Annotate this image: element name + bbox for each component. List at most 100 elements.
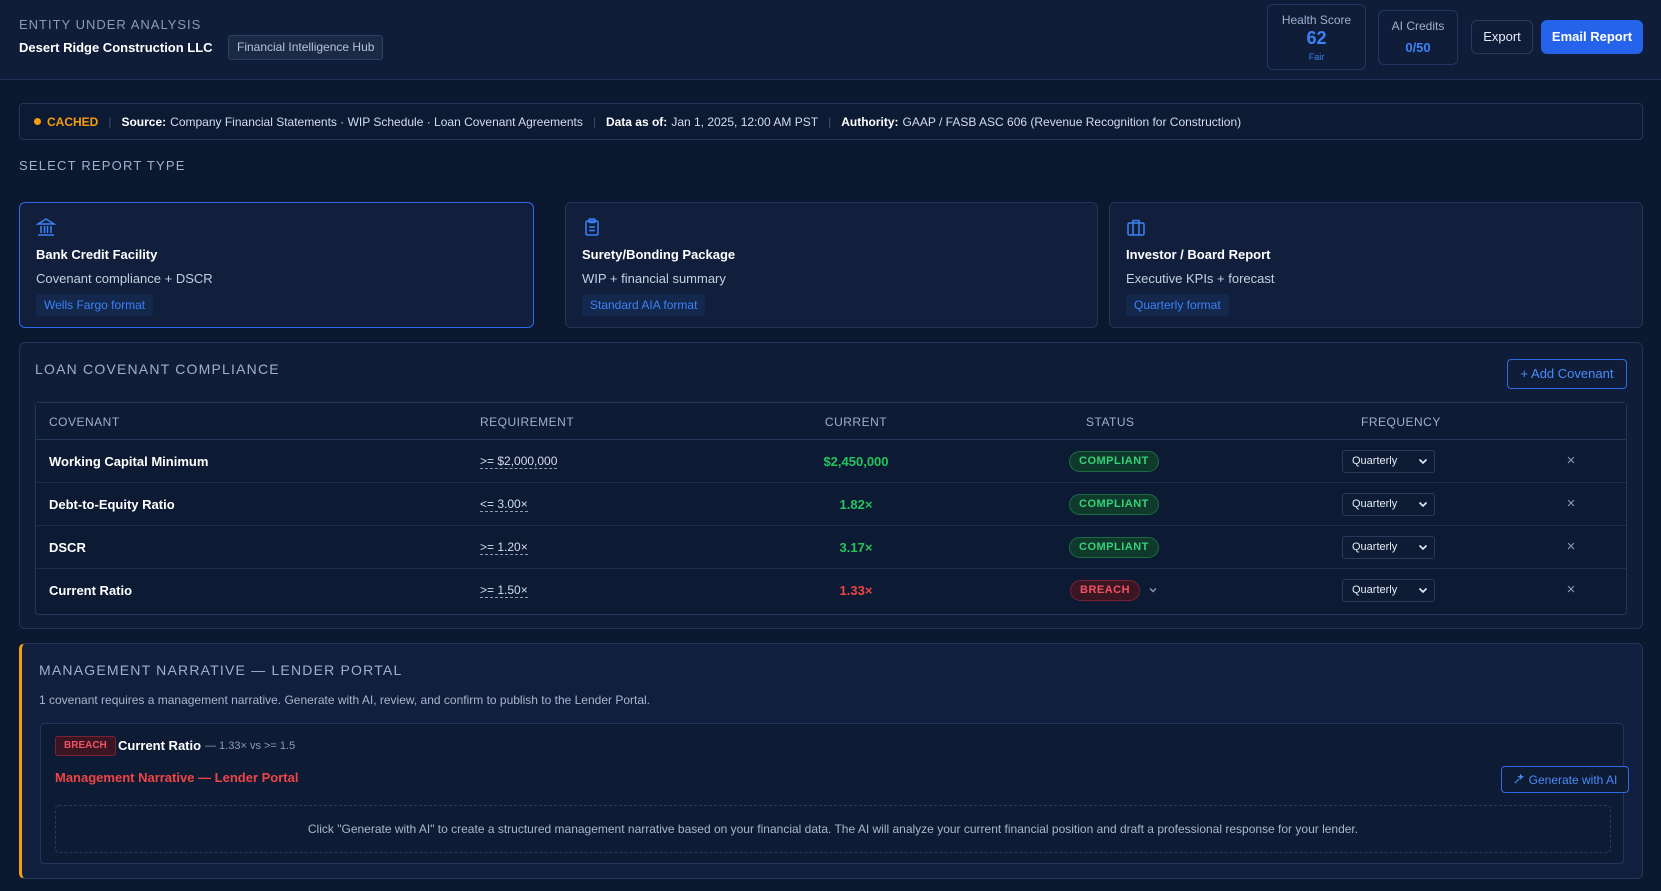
covenant-requirement[interactable]: <= 3.00× (480, 497, 528, 512)
ai-credits-card: AI Credits 0/50 (1378, 10, 1458, 65)
entity-caption: ENTITY UNDER ANALYSIS (19, 17, 202, 32)
separator: | (592, 114, 596, 129)
covenant-current-value: 3.17× (839, 540, 873, 555)
covenant-panel-title: LOAN COVENANT COMPLIANCE (35, 361, 280, 377)
remove-covenant-button[interactable]: × (1564, 538, 1578, 556)
remove-covenant-button[interactable]: × (1564, 495, 1578, 513)
remove-covenant-button[interactable]: × (1564, 452, 1578, 470)
export-button[interactable]: Export (1471, 20, 1533, 54)
report-card-format-badge: Standard AIA format (582, 294, 706, 316)
covenant-name: Current Ratio (49, 583, 133, 598)
ai-credits-value: 0/50 (1405, 40, 1431, 55)
management-narrative-panel: MANAGEMENT NARRATIVE — LENDER PORTAL 1 c… (19, 643, 1643, 879)
email-report-button[interactable]: Email Report (1541, 20, 1643, 54)
frequency-select[interactable]: Quarterly (1342, 536, 1435, 559)
bank-icon (36, 218, 56, 236)
frequency-select-value: Quarterly (1352, 455, 1398, 467)
cached-status-dot (34, 118, 41, 125)
narrative-metric-name: Current Ratio (118, 738, 202, 753)
health-score-value: 62 (1306, 28, 1327, 48)
report-card-description: Covenant compliance + DSCR (36, 271, 213, 286)
report-card-description: WIP + financial summary (582, 271, 726, 286)
table-row: Working Capital Minimum >= $2,000,000 $2… (36, 440, 1626, 483)
briefcase-icon (1127, 219, 1145, 236)
covenant-name: DSCR (49, 540, 86, 555)
top-header: ENTITY UNDER ANALYSIS Desert Ridge Const… (0, 0, 1661, 80)
data-as-of-key: Data as of: (605, 114, 668, 129)
report-card-bank-credit[interactable]: Bank Credit Facility Covenant compliance… (19, 202, 534, 328)
separator: | (108, 114, 112, 129)
source-key: Source: (121, 114, 167, 129)
entity-name: Desert Ridge Construction LLC (19, 40, 213, 55)
table-row: Debt-to-Equity Ratio <= 3.00× 1.82× COMP… (36, 483, 1626, 526)
data-as-of-value: Jan 1, 2025, 12:00 AM PST (671, 114, 819, 129)
covenant-current-value: 1.33× (839, 583, 873, 598)
breach-badge: BREACH (55, 736, 116, 756)
covenant-requirement[interactable]: >= $2,000,000 (480, 454, 558, 469)
covenant-requirement[interactable]: >= 1.20× (480, 540, 528, 555)
report-card-format-badge: Quarterly format (1126, 294, 1229, 316)
report-card-surety-bonding[interactable]: Surety/Bonding Package WIP + financial s… (565, 202, 1098, 328)
chevron-down-icon (1418, 544, 1428, 551)
status-badge: COMPLIANT (1069, 451, 1159, 472)
remove-covenant-button[interactable]: × (1564, 581, 1578, 599)
status-badge: COMPLIANT (1069, 494, 1159, 515)
separator: | (828, 114, 832, 129)
frequency-select[interactable]: Quarterly (1342, 493, 1435, 516)
column-header-covenant: COVENANT (49, 415, 120, 429)
covenant-current-value: $2,450,000 (823, 454, 889, 469)
status-badge[interactable]: BREACH (1070, 580, 1141, 601)
hub-badge: Financial Intelligence Hub (228, 35, 384, 60)
chevron-down-icon (1418, 458, 1428, 465)
frequency-select-value: Quarterly (1352, 498, 1398, 510)
sparkle-icon (1514, 774, 1524, 784)
column-header-frequency: FREQUENCY (1361, 415, 1441, 429)
loan-covenant-panel: LOAN COVENANT COMPLIANCE + Add Covenant … (19, 342, 1643, 629)
status-badge: COMPLIANT (1069, 537, 1159, 558)
narrative-metric-comparison: — 1.33× vs >= 1.5 (205, 740, 296, 752)
report-card-title: Surety/Bonding Package (582, 247, 736, 262)
report-card-title: Investor / Board Report (1126, 247, 1271, 262)
frequency-select[interactable]: Quarterly (1342, 579, 1435, 602)
clipboard-icon (585, 218, 599, 236)
column-header-requirement: REQUIREMENT (480, 415, 575, 429)
chevron-down-icon (1418, 587, 1428, 594)
narrative-item-card: BREACH Current Ratio — 1.33× vs >= 1.5 M… (40, 723, 1629, 864)
report-card-format-badge: Wells Fargo format (36, 294, 154, 316)
health-score-label: Health Score (1281, 13, 1352, 27)
covenant-table-header: COVENANT REQUIREMENT CURRENT STATUS FREQ… (36, 403, 1626, 440)
source-value: Company Financial Statements · WIP Sched… (170, 114, 583, 129)
report-card-title: Bank Credit Facility (36, 247, 158, 262)
ai-credits-label: AI Credits (1391, 19, 1445, 33)
narrative-portal-label: Management Narrative — Lender Portal (55, 770, 299, 785)
narrative-panel-title: MANAGEMENT NARRATIVE — LENDER PORTAL (39, 662, 403, 678)
table-row: DSCR >= 1.20× 3.17× COMPLIANT Quarterly … (36, 526, 1626, 569)
authority-value: GAAP / FASB ASC 606 (Revenue Recognition… (902, 114, 1242, 129)
narrative-panel-subtitle: 1 covenant requires a management narrati… (39, 693, 651, 707)
column-header-status: STATUS (1086, 415, 1135, 429)
frequency-select-value: Quarterly (1352, 584, 1398, 596)
chevron-down-icon[interactable] (1147, 582, 1159, 598)
chevron-down-icon (1418, 501, 1428, 508)
table-row: Current Ratio >= 1.50× 1.33× BREACH Quar… (36, 569, 1626, 612)
report-type-heading: SELECT REPORT TYPE (19, 158, 186, 173)
generate-with-ai-label: Generate with AI (1528, 772, 1618, 787)
add-covenant-button[interactable]: + Add Covenant (1507, 359, 1627, 389)
frequency-select[interactable]: Quarterly (1342, 450, 1435, 473)
covenant-name: Working Capital Minimum (49, 454, 209, 469)
generate-with-ai-button[interactable]: Generate with AI (1501, 766, 1629, 793)
report-card-investor-board[interactable]: Investor / Board Report Executive KPIs +… (1109, 202, 1643, 328)
cached-label: CACHED (47, 114, 99, 129)
report-card-description: Executive KPIs + forecast (1126, 271, 1275, 286)
health-score-card: Health Score 62 Fair (1267, 4, 1366, 70)
covenant-requirement[interactable]: >= 1.50× (480, 583, 528, 598)
covenant-table: COVENANT REQUIREMENT CURRENT STATUS FREQ… (35, 402, 1627, 615)
covenant-current-value: 1.82× (839, 497, 873, 512)
column-header-current: CURRENT (824, 415, 888, 429)
authority-key: Authority: (841, 114, 899, 129)
covenant-name: Debt-to-Equity Ratio (49, 497, 175, 512)
health-score-rating: Fair (1308, 52, 1325, 62)
data-source-bar: CACHED | Source: Company Financial State… (19, 103, 1643, 140)
narrative-empty-state: Click "Generate with AI" to create a str… (55, 805, 1611, 853)
frequency-select-value: Quarterly (1352, 541, 1398, 553)
